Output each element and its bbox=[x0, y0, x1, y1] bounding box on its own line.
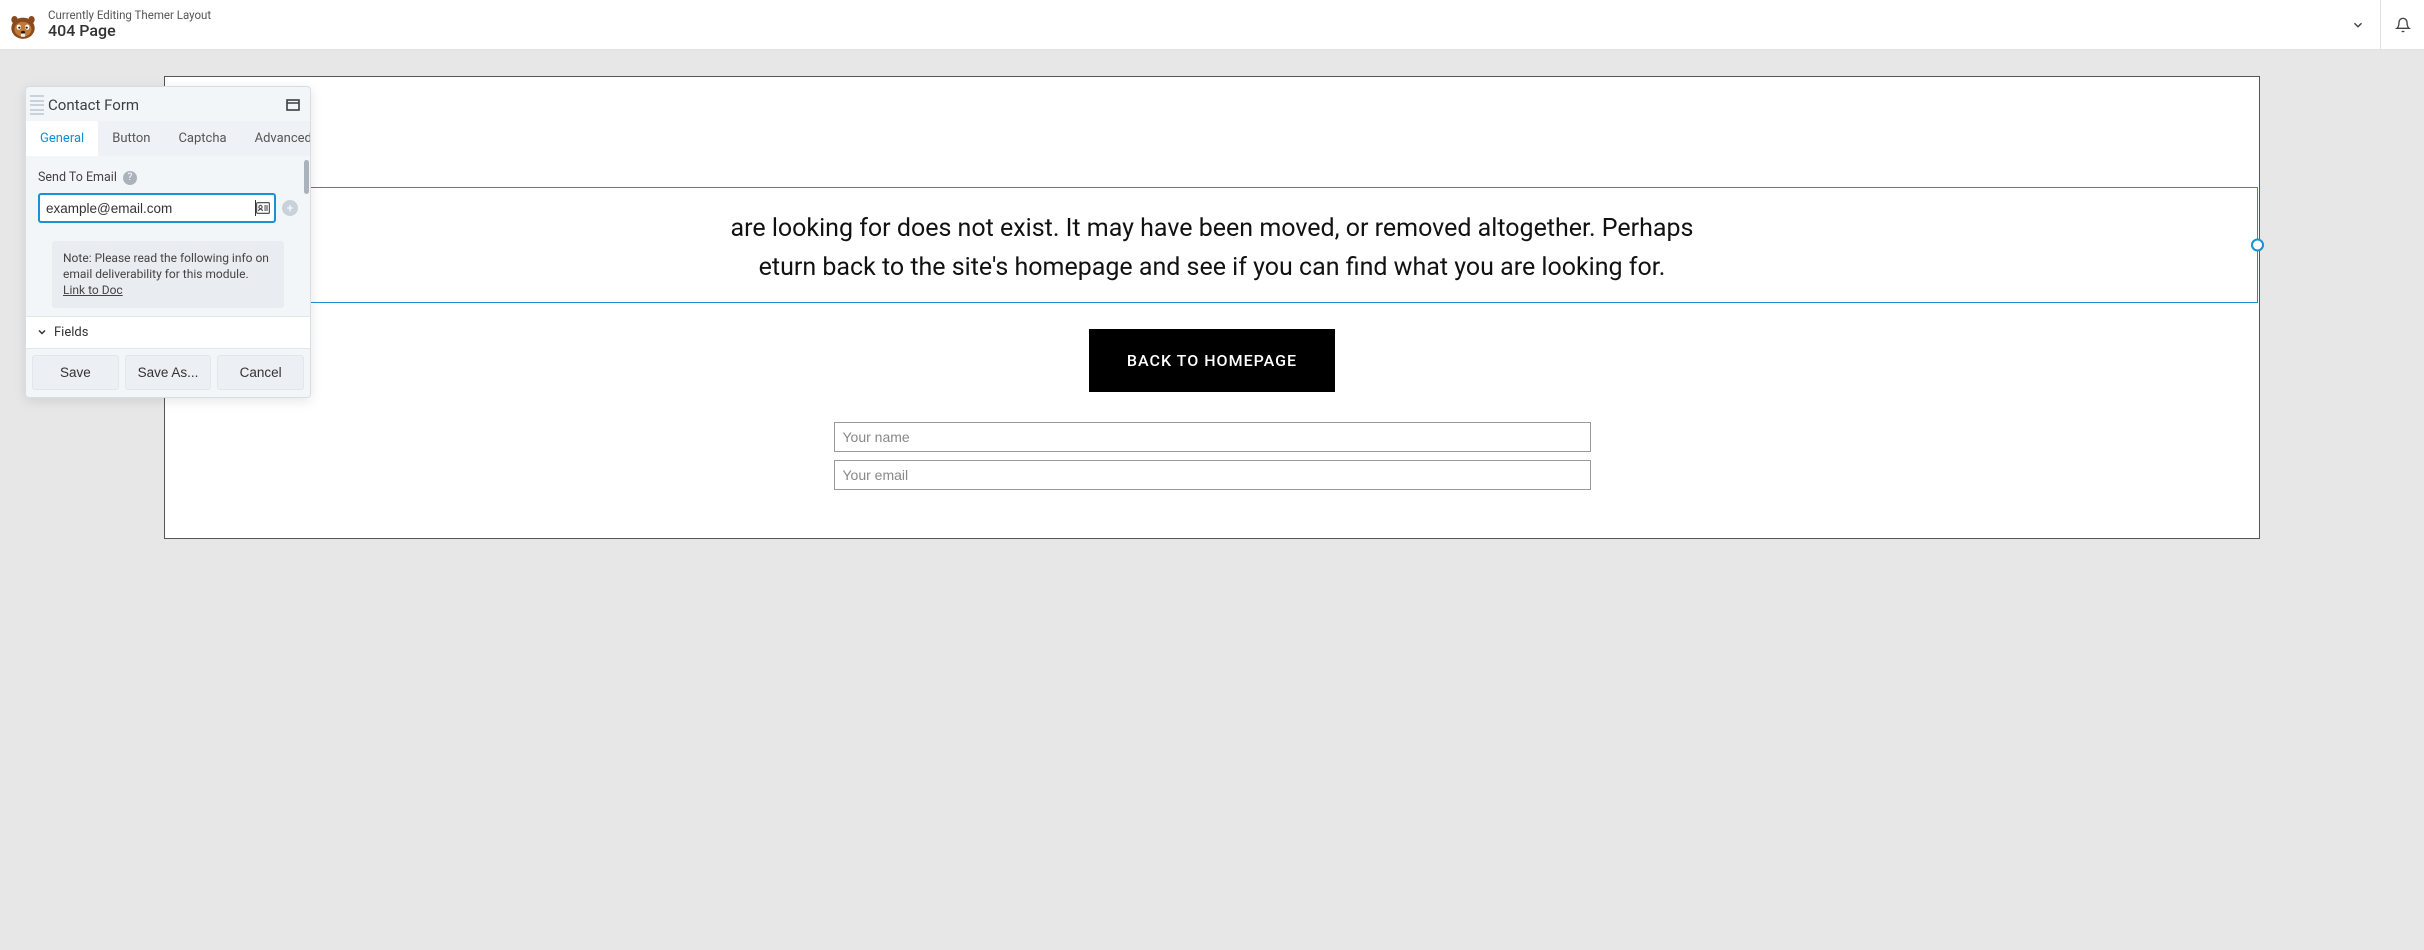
editor-canvas: Contact Form General Button Captcha Adva… bbox=[0, 50, 2424, 539]
send-to-email-input[interactable] bbox=[46, 195, 256, 221]
add-email-button[interactable]: + bbox=[282, 200, 298, 216]
panel-title: Contact Form bbox=[48, 96, 286, 114]
notifications-button[interactable] bbox=[2380, 0, 2424, 49]
selected-text-block[interactable]: are looking for does not exist. It may h… bbox=[166, 187, 2258, 303]
panel-expand-button[interactable] bbox=[286, 96, 300, 115]
top-bar: Currently Editing Themer Layout 404 Page bbox=[0, 0, 2424, 50]
tab-button[interactable]: Button bbox=[98, 121, 164, 156]
tab-captcha[interactable]: Captcha bbox=[164, 121, 240, 156]
topbar-left: Currently Editing Themer Layout 404 Page bbox=[0, 0, 282, 49]
topbar-chevron-button[interactable] bbox=[2336, 0, 2380, 49]
panel-tabs: General Button Captcha Advanced bbox=[26, 121, 310, 156]
send-to-email-input-wrap[interactable] bbox=[38, 193, 276, 223]
help-icon[interactable]: ? bbox=[123, 171, 137, 185]
page-spacer bbox=[165, 77, 2259, 187]
tab-advanced[interactable]: Advanced bbox=[241, 121, 311, 156]
note-text: Note: Please read the following info on … bbox=[63, 251, 269, 281]
chevron-down-icon bbox=[36, 326, 48, 338]
back-to-homepage-button[interactable]: BACK TO HOMEPAGE bbox=[1089, 329, 1335, 392]
topbar-title: 404 Page bbox=[48, 22, 211, 40]
window-icon bbox=[286, 99, 300, 111]
cancel-button[interactable]: Cancel bbox=[217, 355, 304, 390]
lead-text: are looking for does not exist. It may h… bbox=[177, 210, 2247, 288]
email-field[interactable] bbox=[834, 460, 1591, 490]
name-field[interactable] bbox=[834, 422, 1591, 452]
drag-grip-icon[interactable] bbox=[30, 95, 44, 115]
chevron-down-icon bbox=[2351, 18, 2365, 32]
send-to-email-label-row: Send To Email ? bbox=[38, 170, 298, 185]
module-settings-panel[interactable]: Contact Form General Button Captcha Adva… bbox=[25, 86, 311, 398]
scrollbar-thumb[interactable] bbox=[304, 160, 309, 194]
note-link[interactable]: Link to Doc bbox=[63, 283, 123, 297]
contact-card-icon[interactable] bbox=[256, 199, 270, 218]
fields-section-label: Fields bbox=[54, 325, 88, 340]
send-to-email-row: + bbox=[38, 193, 298, 223]
resize-handle-right[interactable] bbox=[2251, 238, 2264, 251]
tab-general[interactable]: General bbox=[26, 121, 98, 156]
topbar-titles: Currently Editing Themer Layout 404 Page bbox=[48, 9, 211, 39]
panel-body: Send To Email ? bbox=[26, 156, 310, 316]
page-preview-inner: are looking for does not exist. It may h… bbox=[165, 77, 2259, 538]
save-button[interactable]: Save bbox=[32, 355, 119, 390]
send-to-email-label: Send To Email bbox=[38, 170, 117, 185]
panel-footer: Save Save As... Cancel bbox=[26, 348, 310, 397]
cta-row: BACK TO HOMEPAGE bbox=[165, 329, 2259, 392]
panel-header[interactable]: Contact Form bbox=[26, 87, 310, 121]
beaver-logo-icon bbox=[6, 8, 40, 42]
bell-icon bbox=[2395, 17, 2411, 33]
contact-form-preview bbox=[830, 422, 1595, 498]
save-as-button[interactable]: Save As... bbox=[125, 355, 212, 390]
page-preview[interactable]: are looking for does not exist. It may h… bbox=[164, 76, 2260, 539]
deliverability-note: Note: Please read the following info on … bbox=[52, 241, 284, 308]
fields-section-header[interactable]: Fields bbox=[26, 316, 310, 348]
